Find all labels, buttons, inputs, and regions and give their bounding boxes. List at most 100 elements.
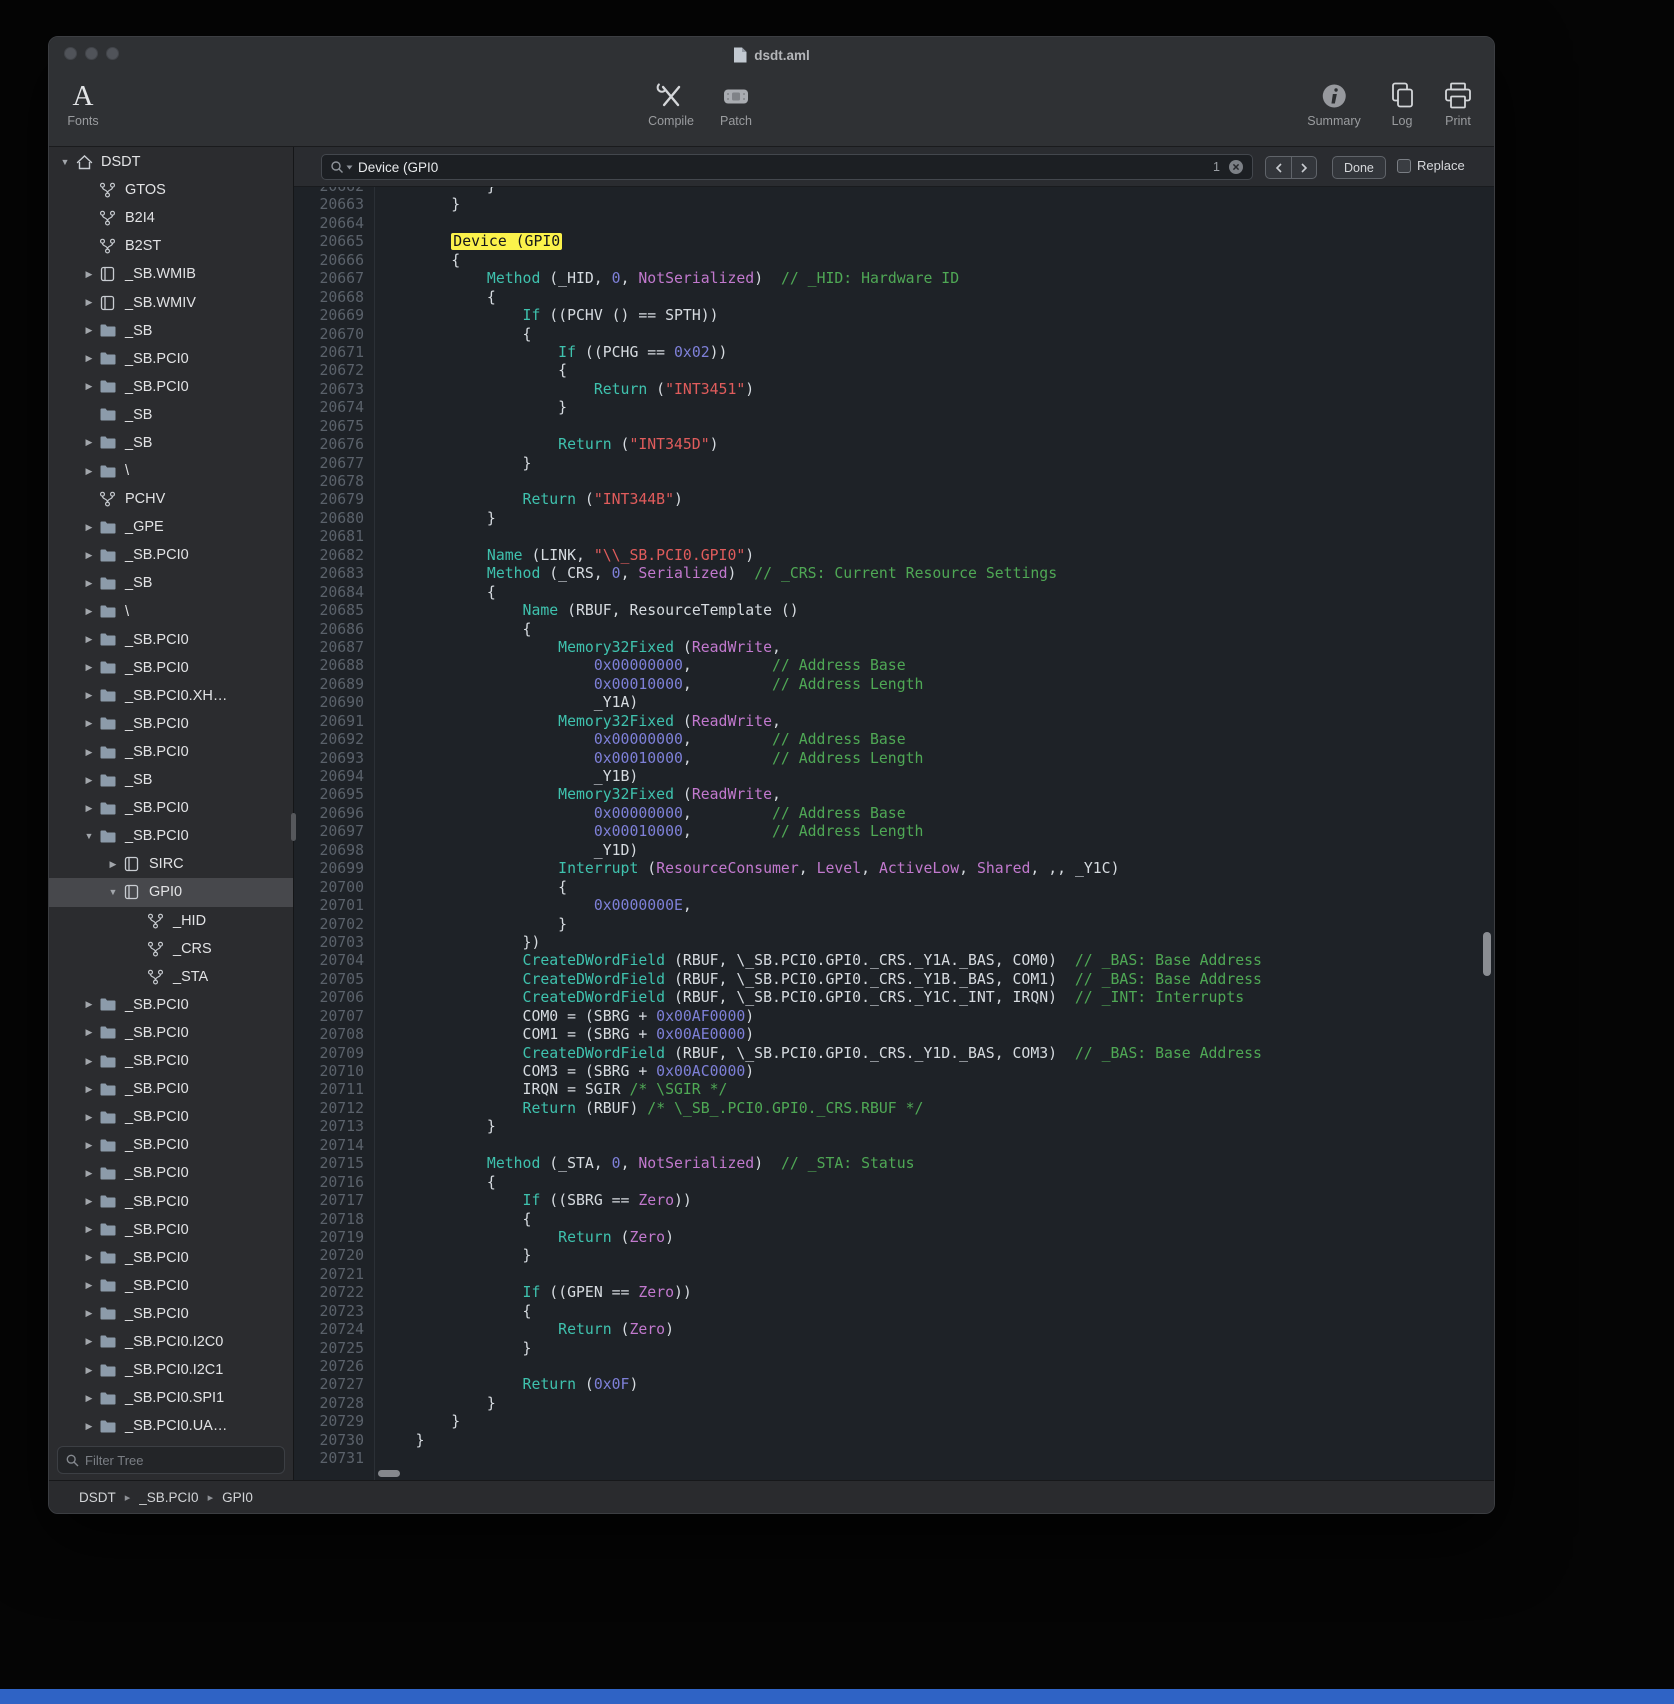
summary-button[interactable]: Summary (1307, 78, 1360, 128)
fonts-button[interactable]: A Fonts (67, 78, 98, 128)
tree-item-dsdt[interactable]: ▼DSDT (49, 148, 293, 176)
search-menu-icon[interactable] (330, 160, 354, 174)
tree-item--sb-pci0[interactable]: ▶_SB.PCI0 (49, 1159, 293, 1187)
disclosure-right-icon[interactable]: ▶ (79, 775, 99, 786)
print-button[interactable]: Print (1442, 78, 1474, 128)
tree-item--sb-pci0[interactable]: ▶_SB.PCI0 (49, 1131, 293, 1159)
horizontal-scrollbar[interactable] (378, 1470, 400, 1477)
tree-item--sb-pci0[interactable]: ▶_SB.PCI0 (49, 710, 293, 738)
breadcrumb-item[interactable]: GPI0 (222, 1490, 253, 1505)
code-editor[interactable]: 20662 }20663 }2066420665 Device (GPI0206… (294, 187, 1494, 1480)
tree-item--sb-pci0[interactable]: ▶_SB.PCI0 (49, 1047, 293, 1075)
tree-item--sb-pci0[interactable]: ▶_SB.PCI0 (49, 1103, 293, 1131)
vertical-scrollbar[interactable] (1483, 932, 1491, 976)
clear-search-button[interactable] (1228, 159, 1244, 175)
disclosure-right-icon[interactable]: ▶ (79, 1336, 99, 1347)
disclosure-right-icon[interactable]: ▶ (79, 606, 99, 617)
tree-item-gpi0[interactable]: ▼GPI0 (49, 878, 293, 906)
disclosure-right-icon[interactable]: ▶ (79, 1393, 99, 1404)
tree-item--sb-pci0[interactable]: ▶_SB.PCI0 (49, 1019, 293, 1047)
tree-item--sb-pci0[interactable]: ▶_SB.PCI0 (49, 1187, 293, 1215)
disclosure-right-icon[interactable]: ▶ (79, 1084, 99, 1095)
breadcrumb-item[interactable]: _SB.PCI0 (139, 1490, 198, 1505)
tree-item-gtos[interactable]: GTOS (49, 176, 293, 204)
disclosure-right-icon[interactable]: ▶ (79, 466, 99, 477)
tree-item--gpe[interactable]: ▶_GPE (49, 513, 293, 541)
disclosure-down-icon[interactable]: ▼ (55, 157, 75, 167)
tree-item--sb-pci0[interactable]: ▶_SB.PCI0 (49, 1300, 293, 1328)
compile-button[interactable]: Compile (648, 78, 694, 128)
disclosure-right-icon[interactable]: ▶ (79, 1196, 99, 1207)
tree-item--sb-pci0-spi1[interactable]: ▶_SB.PCI0.SPI1 (49, 1384, 293, 1412)
tree-item--sb-pci0[interactable]: ▶_SB.PCI0 (49, 654, 293, 682)
tree-item--sb-pci0-i2c1[interactable]: ▶_SB.PCI0.I2C1 (49, 1356, 293, 1384)
disclosure-right-icon[interactable]: ▶ (79, 1056, 99, 1067)
titlebar[interactable]: dsdt.aml (49, 37, 1494, 73)
filter-field[interactable] (57, 1446, 285, 1474)
tree-item-sirc[interactable]: ▶SIRC (49, 850, 293, 878)
disclosure-right-icon[interactable]: ▶ (79, 522, 99, 533)
disclosure-right-icon[interactable]: ▶ (79, 381, 99, 392)
disclosure-right-icon[interactable]: ▶ (79, 1224, 99, 1235)
tree-item--sb-pci0-xh-[interactable]: ▶_SB.PCI0.XH… (49, 682, 293, 710)
tree-item--sb-pci0[interactable]: ▼_SB.PCI0 (49, 822, 293, 850)
disclosure-right-icon[interactable]: ▶ (79, 1027, 99, 1038)
splitter-grip[interactable] (291, 813, 296, 841)
disclosure-right-icon[interactable]: ▶ (79, 1280, 99, 1291)
disclosure-right-icon[interactable]: ▶ (79, 999, 99, 1010)
breadcrumb-item[interactable]: DSDT (79, 1490, 116, 1505)
find-next-button[interactable] (1291, 156, 1317, 179)
disclosure-right-icon[interactable]: ▶ (79, 718, 99, 729)
tree-item--sb-pci0[interactable]: ▶_SB.PCI0 (49, 373, 293, 401)
tree-item--sb-pci0[interactable]: ▶_SB.PCI0 (49, 794, 293, 822)
filter-input[interactable] (85, 1453, 276, 1468)
tree-item--crs[interactable]: _CRS (49, 935, 293, 963)
tree-item--sb-pci0-i2c0[interactable]: ▶_SB.PCI0.I2C0 (49, 1328, 293, 1356)
disclosure-right-icon[interactable]: ▶ (79, 1308, 99, 1319)
tree-item--sb-pci0[interactable]: ▶_SB.PCI0 (49, 738, 293, 766)
tree-item--sb-pci0[interactable]: ▶_SB.PCI0 (49, 626, 293, 654)
find-input[interactable] (358, 160, 1209, 175)
tree-item--[interactable]: ▶\ (49, 598, 293, 626)
disclosure-right-icon[interactable]: ▶ (79, 1252, 99, 1263)
tree-item--sb-pci0[interactable]: ▶_SB.PCI0 (49, 1244, 293, 1272)
disclosure-right-icon[interactable]: ▶ (79, 747, 99, 758)
disclosure-right-icon[interactable]: ▶ (79, 550, 99, 561)
find-field[interactable]: 1 (321, 154, 1253, 180)
disclosure-right-icon[interactable]: ▶ (79, 1365, 99, 1376)
disclosure-right-icon[interactable]: ▶ (79, 634, 99, 645)
tree-item--sb[interactable]: ▶_SB (49, 766, 293, 794)
disclosure-down-icon[interactable]: ▼ (103, 887, 123, 897)
disclosure-right-icon[interactable]: ▶ (79, 662, 99, 673)
disclosure-right-icon[interactable]: ▶ (79, 690, 99, 701)
tree-item--sb[interactable]: ▶_SB (49, 429, 293, 457)
tree-item-pchv[interactable]: PCHV (49, 485, 293, 513)
disclosure-right-icon[interactable]: ▶ (79, 437, 99, 448)
done-button[interactable]: Done (1332, 156, 1386, 179)
document-proxy-icon[interactable] (733, 47, 747, 63)
tree-item--sb-pci0-ua-[interactable]: ▶_SB.PCI0.UA… (49, 1412, 293, 1440)
tree-item--[interactable]: ▶\ (49, 457, 293, 485)
tree-item--sb[interactable]: ▶_SB (49, 569, 293, 597)
disclosure-right-icon[interactable]: ▶ (79, 578, 99, 589)
sidebar-splitter[interactable] (293, 147, 294, 1480)
disclosure-right-icon[interactable]: ▶ (79, 1168, 99, 1179)
log-button[interactable]: Log (1387, 78, 1417, 128)
tree-item-b2st[interactable]: B2ST (49, 232, 293, 260)
disclosure-right-icon[interactable]: ▶ (79, 325, 99, 336)
disclosure-right-icon[interactable]: ▶ (79, 1140, 99, 1151)
tree-item--sb[interactable]: _SB (49, 401, 293, 429)
tree-item--sta[interactable]: _STA (49, 963, 293, 991)
disclosure-right-icon[interactable]: ▶ (103, 859, 123, 870)
tree-item--sb[interactable]: ▶_SB (49, 317, 293, 345)
replace-checkbox[interactable] (1397, 159, 1411, 173)
tree-item--hid[interactable]: _HID (49, 907, 293, 935)
disclosure-right-icon[interactable]: ▶ (79, 297, 99, 308)
tree-item--sb-pci0[interactable]: ▶_SB.PCI0 (49, 991, 293, 1019)
tree-item--sb-pci0[interactable]: ▶_SB.PCI0 (49, 1075, 293, 1103)
disclosure-down-icon[interactable]: ▼ (79, 831, 99, 841)
tree-item--sb-pci0[interactable]: ▶_SB.PCI0 (49, 541, 293, 569)
disclosure-right-icon[interactable]: ▶ (79, 803, 99, 814)
tree-item--sb-pci0[interactable]: ▶_SB.PCI0 (49, 1216, 293, 1244)
disclosure-right-icon[interactable]: ▶ (79, 353, 99, 364)
